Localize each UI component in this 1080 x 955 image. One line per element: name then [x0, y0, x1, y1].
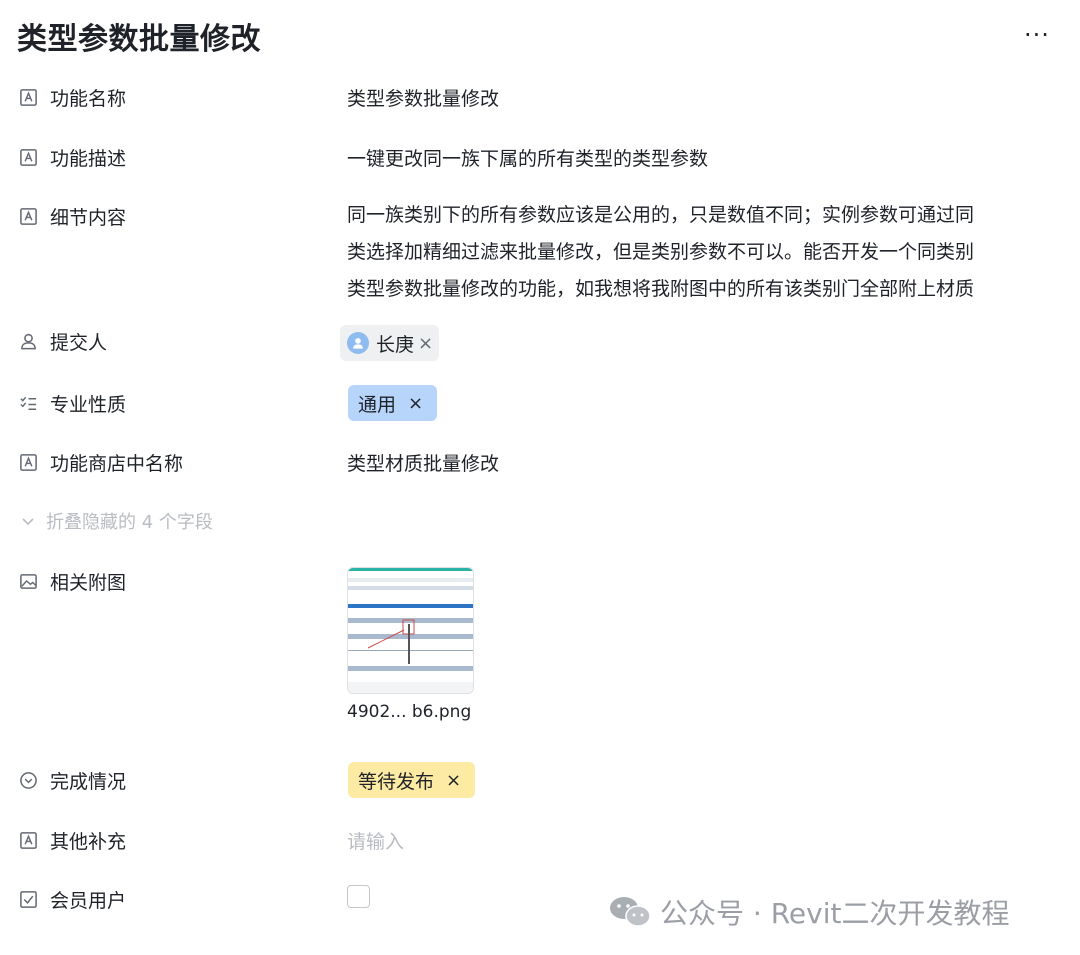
discipline-tag-label: 通用	[358, 393, 397, 416]
status-tag[interactable]: 等待发布 ×	[348, 762, 476, 798]
person-icon	[17, 331, 39, 353]
field-label-text: 功能名称	[50, 88, 127, 110]
field-label-details: 细节内容	[17, 203, 126, 230]
wechat-icon	[610, 897, 651, 927]
attachment-preview-image	[348, 568, 473, 693]
avatar	[347, 332, 369, 354]
status-circle-icon	[17, 770, 39, 792]
text-field-icon	[17, 87, 39, 109]
collapse-label: 折叠隐藏的 4 个字段	[46, 512, 213, 533]
page-title: 类型参数批量修改	[17, 22, 261, 57]
submitter-name: 长庚	[376, 333, 415, 356]
remove-tag-icon[interactable]: ×	[408, 393, 423, 414]
field-label-text: 完成情况	[50, 771, 127, 793]
field-label-status: 完成情况	[17, 767, 126, 794]
details-line: 类选择加精细过滤来批量修改，但是类别参数不可以。能否开发一个同类别	[347, 241, 975, 263]
image-icon	[17, 571, 39, 593]
details-line: 同一族类别下的所有参数应该是公用的，只是数值不同；实例参数可通过同	[347, 204, 975, 226]
remove-submitter-icon[interactable]: ×	[418, 333, 433, 354]
field-label-text: 其他补充	[50, 831, 127, 853]
text-field-icon	[17, 452, 39, 474]
details-line: 类型参数批量修改的功能，如我想将我附图中的所有该类别门全部附上材质	[347, 278, 975, 300]
discipline-tag[interactable]: 通用 ×	[348, 385, 438, 421]
notes-input[interactable]: 请输入	[347, 827, 404, 854]
submitter-chip[interactable]: 长庚 ×	[340, 325, 440, 361]
checklist-icon	[17, 393, 39, 415]
member-checkbox[interactable]	[347, 885, 370, 908]
field-label-function-name: 功能名称	[17, 84, 126, 111]
watermark: 公众号 · Revit二次开发教程	[608, 892, 1009, 932]
attachment-filename[interactable]: 4902... b6.png	[347, 702, 471, 722]
field-label-submitter: 提交人	[17, 328, 107, 355]
field-label-description: 功能描述	[17, 144, 126, 171]
function-name-value[interactable]: 类型参数批量修改	[347, 84, 499, 111]
field-label-member: 会员用户	[17, 886, 126, 913]
field-label-text: 会员用户	[50, 890, 127, 912]
field-label-discipline: 专业性质	[17, 390, 126, 417]
text-field-icon	[17, 147, 39, 169]
field-label-text: 功能描述	[50, 148, 127, 170]
text-field-icon	[17, 206, 39, 228]
chevron-down-icon	[22, 518, 34, 526]
text-field-icon	[17, 830, 39, 852]
checkbox-icon	[17, 889, 39, 911]
field-label-text: 提交人	[50, 332, 108, 354]
remove-tag-icon[interactable]: ×	[446, 770, 461, 791]
watermark-text: 公众号 · Revit二次开发教程	[660, 897, 1010, 930]
field-label-text: 细节内容	[50, 207, 127, 229]
store-name-value[interactable]: 类型材质批量修改	[347, 449, 499, 476]
field-label-store-name: 功能商店中名称	[17, 449, 183, 476]
details-value[interactable]: 同一族类别下的所有参数应该是公用的，只是数值不同；实例参数可通过同 类选择加精细…	[347, 197, 1047, 308]
collapse-hidden-fields-toggle[interactable]: 折叠隐藏的 4 个字段	[20, 508, 213, 534]
status-tag-label: 等待发布	[358, 770, 435, 793]
field-label-text: 功能商店中名称	[50, 453, 184, 475]
field-label-text: 专业性质	[50, 394, 127, 416]
more-options-button[interactable]: ···	[1024, 20, 1054, 50]
field-label-text: 相关附图	[50, 572, 127, 594]
field-label-attachment: 相关附图	[17, 568, 126, 595]
field-label-notes: 其他补充	[17, 827, 126, 854]
attachment-thumbnail[interactable]	[347, 567, 474, 694]
description-value[interactable]: 一键更改同一族下属的所有类型的类型参数	[347, 144, 708, 171]
